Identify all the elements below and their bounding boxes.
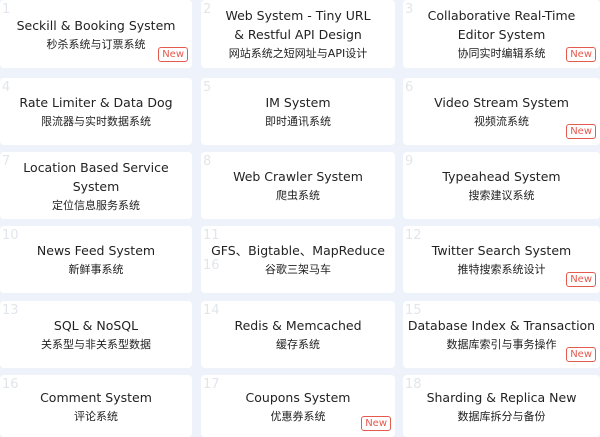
course-card[interactable]: 12 Twitter Search System 推特搜索系统设计 New xyxy=(403,226,600,293)
course-card[interactable]: 9 Typeahead System 搜索建议系统 xyxy=(403,152,600,219)
card-content: Typeahead System 搜索建议系统 xyxy=(403,152,600,219)
card-title-cn: 数据库拆分与备份 xyxy=(457,409,546,423)
card-title-en: GFS、Bigtable、MapReduce xyxy=(211,243,385,258)
card-title-en: IM System xyxy=(265,95,331,110)
card-title-en: Seckill & Booking System xyxy=(16,17,176,33)
card-title-cn: 限流器与实时数据系统 xyxy=(41,115,151,128)
course-grid: 1 Seckill & Booking System 秒杀系统与订票系统 New 2 We… xyxy=(0,0,600,437)
card-title-cn: 数据库索引与事务操作 xyxy=(446,338,557,351)
card-title-cn: 评论系统 xyxy=(74,409,118,423)
card-title-en: Location Based Service System xyxy=(23,159,169,194)
new-badge: New xyxy=(158,47,188,62)
card-content: News Feed System 新鲜事系统 xyxy=(0,226,192,293)
card-title-en: Rate Limiter & Data Dog xyxy=(19,95,173,110)
course-card[interactable]: 4 Rate Limiter & Data Dog 限流器与实时数据系统 xyxy=(0,78,192,145)
course-card[interactable]: 17 Coupons System 优惠券系统 New xyxy=(201,375,395,437)
card-content: Web Crawler System 爬虫系统 xyxy=(201,152,395,219)
card-title-en: Collaborative Real-Time xyxy=(427,8,576,23)
course-card[interactable]: 7 Location Based Service System 定位信息服务系统 xyxy=(0,152,192,219)
card-title-cn: 关系型与非关系型数据 xyxy=(41,338,151,351)
card-title-cn: 即时通讯系统 xyxy=(265,115,331,128)
card-title-cn: 优惠券系统 xyxy=(270,409,326,423)
card-title-en: Coupons System xyxy=(245,389,351,405)
card-title-cn: 搜索建议系统 xyxy=(468,189,535,202)
new-badge: New xyxy=(361,416,391,431)
card-title-en: Editor System xyxy=(457,27,546,42)
card-title-cn: 协同实时编辑系统 xyxy=(457,47,546,60)
card-title-cn: 谷歌三架马车 xyxy=(265,263,331,276)
card-content: SQL & NoSQL 关系型与非关系型数据 xyxy=(0,301,192,368)
card-title-en: Comment System xyxy=(40,389,152,405)
card-content: Comment System 评论系统 xyxy=(0,375,192,437)
card-title-cn: 缓存系统 xyxy=(276,338,320,351)
course-card[interactable]: 2 Web System - Tiny URL & Restful API Desi… xyxy=(201,0,395,68)
card-title-cn: 秒杀系统与订票系统 xyxy=(46,37,146,51)
card-title-en: News Feed System xyxy=(36,243,156,258)
new-badge: New xyxy=(566,47,596,62)
new-badge: New xyxy=(566,347,596,362)
course-card[interactable]: 14 Redis & Memcached 缓存系统 xyxy=(201,301,395,368)
card-title-cn: 定位信息服务系统 xyxy=(52,198,140,212)
card-title-cn: 新鲜事系统 xyxy=(68,263,124,276)
course-card[interactable]: 15 Database Index & Transaction 数据库索引与事务操作… xyxy=(403,301,600,368)
course-card[interactable]: 11 16 GFS、Bigtable、MapReduce 谷歌三架马车 xyxy=(201,226,395,293)
new-badge: New xyxy=(566,272,596,287)
card-content: Rate Limiter & Data Dog 限流器与实时数据系统 xyxy=(0,78,192,145)
card-content: Sharding & Replica New 数据库拆分与备份 xyxy=(403,375,600,437)
card-title-cn: 推特搜索系统设计 xyxy=(457,263,546,276)
course-card[interactable]: 18 Sharding & Replica New 数据库拆分与备份 xyxy=(403,375,600,437)
card-title-en: Web Crawler System xyxy=(233,169,363,184)
card-content: IM System 即时通讯系统 xyxy=(201,78,395,145)
card-content: Location Based Service System 定位信息服务系统 xyxy=(0,152,192,219)
card-title-en: Typeahead System xyxy=(442,169,561,184)
card-title-en: Redis & Memcached xyxy=(234,318,362,333)
new-badge: New xyxy=(566,124,596,139)
course-card[interactable]: 13 SQL & NoSQL 关系型与非关系型数据 xyxy=(0,301,192,368)
card-title-en: Database Index & Transaction xyxy=(407,318,596,333)
course-card[interactable]: 6 Video Stream System 视频流系统 New xyxy=(403,78,600,145)
course-card[interactable]: 16 Comment System 评论系统 xyxy=(0,375,192,437)
card-title-cn: 网站系统之短网址与API设计 xyxy=(228,47,368,60)
course-card[interactable]: 1 Seckill & Booking System 秒杀系统与订票系统 New xyxy=(0,0,192,68)
course-card[interactable]: 8 Web Crawler System 爬虫系统 xyxy=(201,152,395,219)
course-card[interactable]: 5 IM System 即时通讯系统 xyxy=(201,78,395,145)
card-content: Web System - Tiny URL & Restful API Desig… xyxy=(201,0,395,68)
card-title-en: Web System - Tiny URL xyxy=(225,8,371,23)
card-title-en: Video Stream System xyxy=(434,95,569,110)
card-title-en: Sharding & Replica New xyxy=(426,389,577,405)
card-title-en: SQL & NoSQL xyxy=(53,318,139,333)
course-card[interactable]: 3 Collaborative Real-Time Editor System 协同实… xyxy=(403,0,600,68)
course-card[interactable]: 10 News Feed System 新鲜事系统 xyxy=(0,226,192,293)
card-title-en: Twitter Search System xyxy=(431,243,572,258)
card-title-cn: 视频流系统 xyxy=(474,115,529,128)
card-title-cn: 爬虫系统 xyxy=(276,189,320,202)
card-content: GFS、Bigtable、MapReduce 谷歌三架马车 xyxy=(201,226,395,293)
card-title-en: & Restful API Design xyxy=(234,27,362,42)
card-content: Redis & Memcached 缓存系统 xyxy=(201,301,395,368)
